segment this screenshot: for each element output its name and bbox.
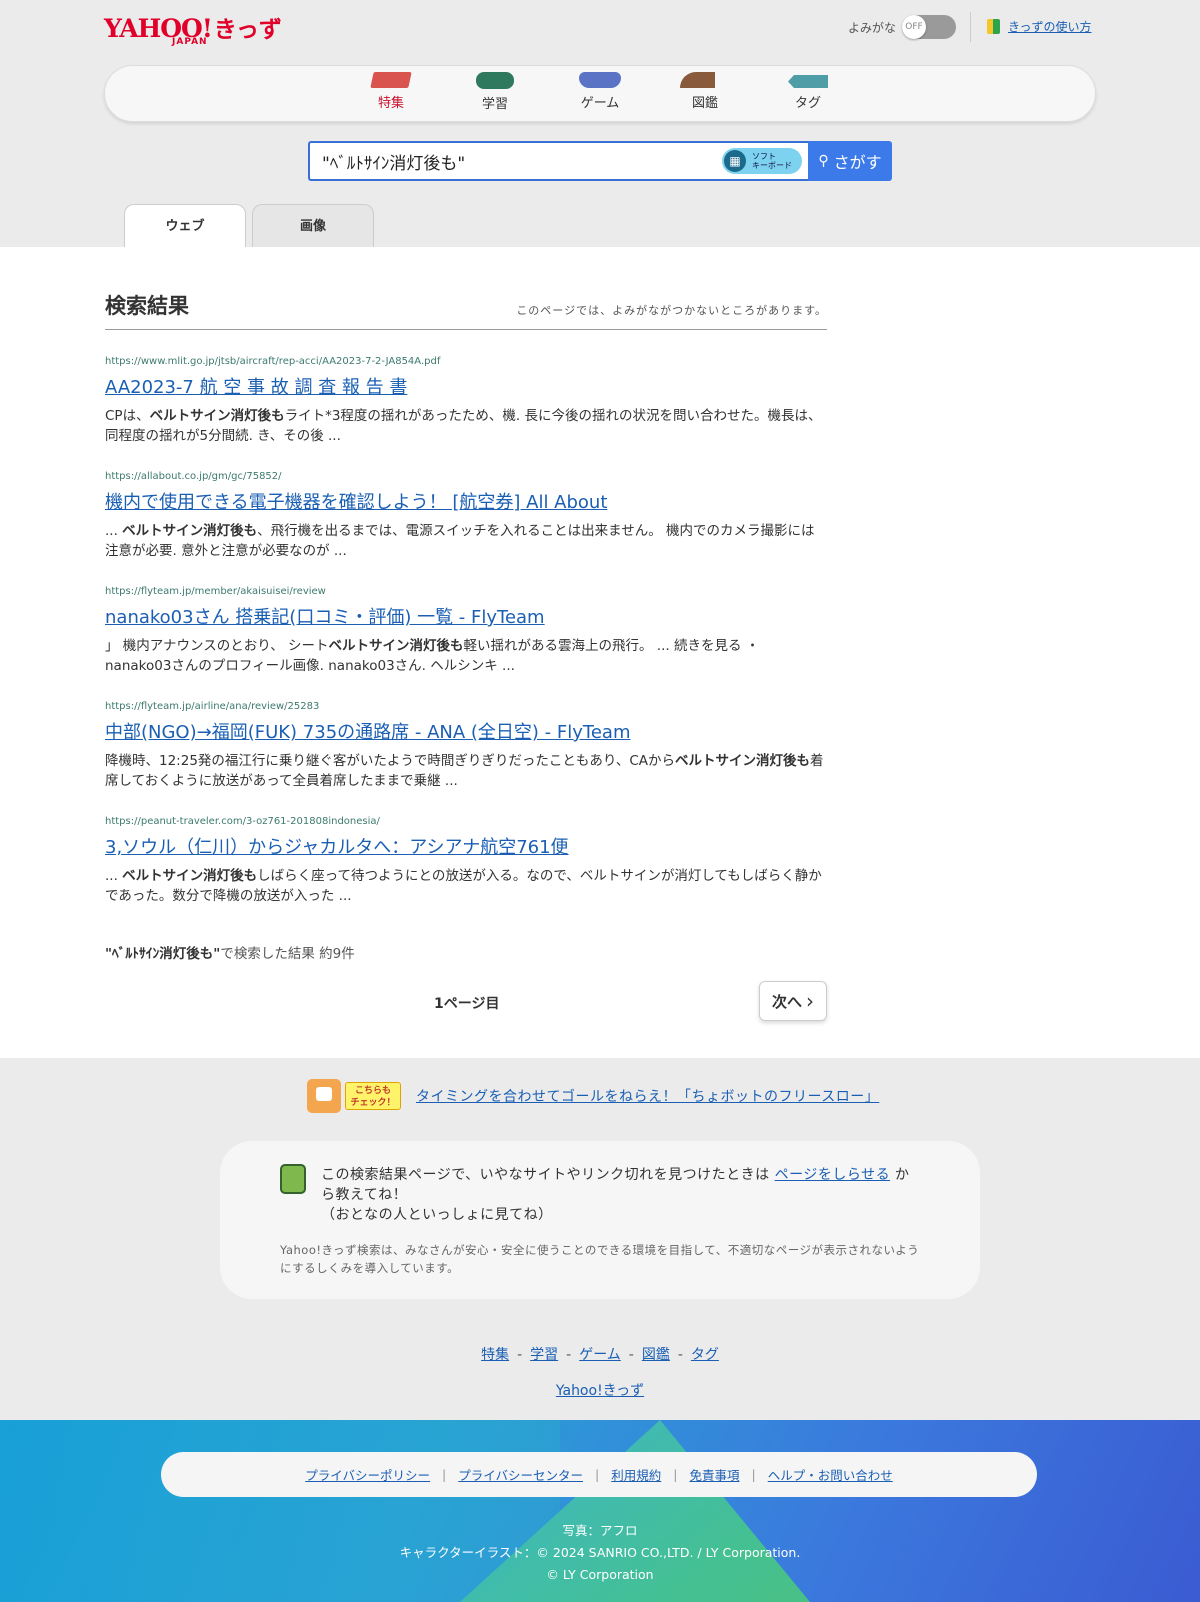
beginner-leaf-icon: [987, 19, 1000, 34]
result-count: "ﾍﾞﾙﾄｻｲﾝ消灯後も"で検索した結果 約9件: [105, 946, 355, 962]
result-title-link[interactable]: 3,ソウル（仁川）からジャカルタへ：アシアナ航空761便: [105, 833, 827, 859]
result-url: https://www.mlit.go.jp/jtsb/aircraft/rep…: [105, 356, 441, 367]
footer-link-game[interactable]: ゲーム: [579, 1347, 621, 1363]
nav-item-game[interactable]: ゲーム: [560, 72, 640, 111]
nav-label: ゲーム: [580, 96, 620, 111]
howto: きっずの使い方: [987, 18, 1092, 35]
chevron-right-icon: ›: [806, 989, 814, 1013]
help-link[interactable]: ヘルプ・お問い合わせ: [768, 1465, 893, 1484]
footer-band: プライバシーポリシー | プライバシーセンター | 利用規約 | 免責事項 | ヘルプ・…: [0, 1420, 1200, 1602]
report-message: この検索結果ページで、いやなサイトやリンク切れを見つけたときは ページをしらせる…: [321, 1167, 910, 1223]
title-divider: [105, 329, 827, 330]
report-page-link[interactable]: ページをしらせる: [775, 1167, 890, 1183]
howto-link[interactable]: きっずの使い方: [1008, 18, 1092, 35]
nav-label: タグ: [794, 96, 821, 111]
current-page: 1ページ目: [434, 996, 500, 1012]
result-url: https://peanut-traveler.com/3-oz761-2018…: [105, 816, 380, 827]
tab-image[interactable]: 画像: [252, 204, 374, 248]
results-panel: 検索結果 このページでは、よみがながつかないところがあります。 https://…: [0, 247, 1200, 1058]
search-bar: "ﾍﾞﾙﾄｻｲﾝ消灯後も" ▦ ソフト キーボード ⚲ さがす: [308, 141, 892, 181]
copyright: © LY Corporation: [546, 1567, 654, 1582]
search-result: https://www.mlit.go.jp/jtsb/aircraft/rep…: [105, 356, 827, 446]
footer-link-encyclopedia[interactable]: 図鑑: [642, 1347, 670, 1363]
search-result: https://peanut-traveler.com/3-oz761-2018…: [105, 816, 827, 906]
result-url: https://allabout.co.jp/gm/gc/75852/: [105, 471, 282, 482]
category-nav: 特集 学習 ゲーム 図鑑 タグ: [104, 65, 1096, 122]
result-snippet: 」 機内アナウンスのとおり、 シートベルトサイン消灯後も軽い揺れがある雲海上の飛…: [105, 638, 760, 674]
search-result: https://flyteam.jp/member/akaisuisei/rev…: [105, 586, 827, 676]
result-snippet: CPは、ベルトサイン消灯後もライト*3程度の揺れがあったため、機. 長に今後の揺…: [105, 408, 822, 444]
search-icon: ⚲: [818, 153, 829, 169]
search-input[interactable]: "ﾍﾞﾙﾄｻｲﾝ消灯後も" ▦ ソフト キーボード: [308, 141, 808, 181]
encyclopedia-icon: [680, 72, 730, 88]
privacy-center-link[interactable]: プライバシーセンター: [458, 1465, 583, 1484]
result-snippet: ... ベルトサイン消灯後もしばらく座って待つようにとの放送が入る。なので、ベル…: [105, 868, 822, 904]
nav-item-tag[interactable]: タグ: [768, 72, 848, 111]
footer-home-link[interactable]: Yahoo!きっず: [556, 1383, 644, 1399]
soft-keyboard-label: ソフト キーボード: [752, 152, 792, 170]
keyboard-icon: ▦: [724, 150, 746, 172]
result-title-link[interactable]: nanako03さん 搭乗記(口コミ・評価) 一覧 - FlyTeam: [105, 603, 827, 629]
study-icon: [476, 72, 514, 89]
search-result: https://flyteam.jp/airline/ana/review/25…: [105, 701, 827, 791]
footer-link-feature[interactable]: 特集: [481, 1347, 509, 1363]
illust-credit: キャラクターイラスト：© 2024 SANRIO CO.,LTD. / LY C…: [399, 1545, 801, 1560]
safety-notice: Yahoo!きっず検索は、みなさんが安心・安全に使うことのできる環境を目指して、…: [280, 1243, 920, 1275]
yomigana-toggle[interactable]: OFF: [902, 15, 957, 39]
result-url: https://flyteam.jp/member/akaisuisei/rev…: [105, 586, 326, 597]
credits: 写真：アフロ キャラクターイラスト：© 2024 SANRIO CO.,LTD.…: [0, 1520, 1200, 1586]
promo-banner: こちらも チェック！ タイミングを合わせてゴールをねらえ！「ちょボットのフリースロ…: [307, 1079, 879, 1113]
result-snippet: ... ベルトサイン消灯後も、飛行機を出るまでは、電源スイッチを入れることは出来…: [105, 523, 815, 559]
terms-link[interactable]: 利用規約: [611, 1465, 661, 1484]
report-note: （おとなの人といっしょに見てね）: [321, 1207, 553, 1223]
tag-icon: [788, 75, 828, 88]
report-box: この検索結果ページで、いやなサイトやリンク切れを見つけたときは ページをしらせる…: [220, 1141, 980, 1299]
photo-credit: 写真：アフロ: [562, 1523, 638, 1538]
yahoo-kids-logo[interactable]: YAHOO!きっず JAPAN: [104, 10, 284, 47]
result-title-link[interactable]: 中部(NGO)→福岡(FUK) 735の通路席 - ANA (全日空) - Fl…: [105, 718, 827, 744]
nav-item-study[interactable]: 学習: [455, 72, 535, 112]
nav-item-encyclopedia[interactable]: 図鑑: [665, 72, 745, 111]
soft-keyboard-button[interactable]: ▦ ソフト キーボード: [722, 148, 802, 174]
check-badge: こちらも チェック！: [345, 1082, 401, 1110]
mascot-icon: [307, 1079, 341, 1113]
footer-home: Yahoo!きっず: [0, 1380, 1200, 1400]
result-snippet: 降機時、12:25発の福江行に乗り継ぐ客がいたようで時間ぎりぎりだったこともあり…: [105, 753, 824, 789]
nav-label: 学習: [481, 97, 508, 112]
logo-kids-text: きっず: [213, 17, 282, 43]
promo-link[interactable]: タイミングを合わせてゴールをねらえ！「ちょボットのフリースロー」: [416, 1086, 879, 1106]
feature-icon: [370, 72, 412, 88]
robot-icon: [280, 1164, 306, 1194]
page-title: 検索結果: [105, 294, 189, 318]
yomigana-notice: このページでは、よみがながつかないところがあります。: [516, 304, 827, 317]
disclaimer-link[interactable]: 免責事項: [689, 1465, 739, 1484]
search-button-label: さがす: [833, 153, 882, 172]
footer-link-study[interactable]: 学習: [530, 1347, 558, 1363]
result-url: https://flyteam.jp/airline/ana/review/25…: [105, 701, 320, 712]
result-title-link[interactable]: AA2023-7 航 空 事 故 調 査 報 告 書: [105, 373, 827, 399]
toggle-state: OFF: [902, 15, 927, 39]
tab-web[interactable]: ウェブ: [124, 204, 246, 248]
yomigana-control: よみがな OFF: [848, 14, 957, 40]
result-title-link[interactable]: 機内で使用できる電子機器を確認しよう！ [航空券] All About: [105, 488, 827, 514]
nav-label: 図鑑: [691, 96, 718, 111]
next-label: 次へ: [771, 992, 802, 1011]
privacy-policy-link[interactable]: プライバシーポリシー: [305, 1465, 430, 1484]
footer-link-tag[interactable]: タグ: [691, 1347, 719, 1363]
header-divider: [970, 12, 971, 42]
search-result: https://allabout.co.jp/gm/gc/75852/ 機内で使…: [105, 471, 827, 561]
logo-japan-text: JAPAN: [172, 37, 208, 47]
nav-item-feature[interactable]: 特集: [351, 72, 431, 111]
next-page-button[interactable]: 次へ ›: [759, 981, 827, 1021]
game-icon: [579, 72, 621, 88]
footer-nav: 特集 - 学習 - ゲーム - 図鑑 - タグ: [481, 1347, 719, 1363]
legal-links: プライバシーポリシー | プライバシーセンター | 利用規約 | 免責事項 | ヘルプ・…: [161, 1452, 1037, 1497]
search-button[interactable]: ⚲ さがす: [808, 141, 892, 181]
yomigana-label: よみがな: [848, 20, 897, 35]
nav-label: 特集: [377, 96, 404, 111]
search-query: "ﾍﾞﾙﾄｻｲﾝ消灯後も": [322, 153, 466, 174]
